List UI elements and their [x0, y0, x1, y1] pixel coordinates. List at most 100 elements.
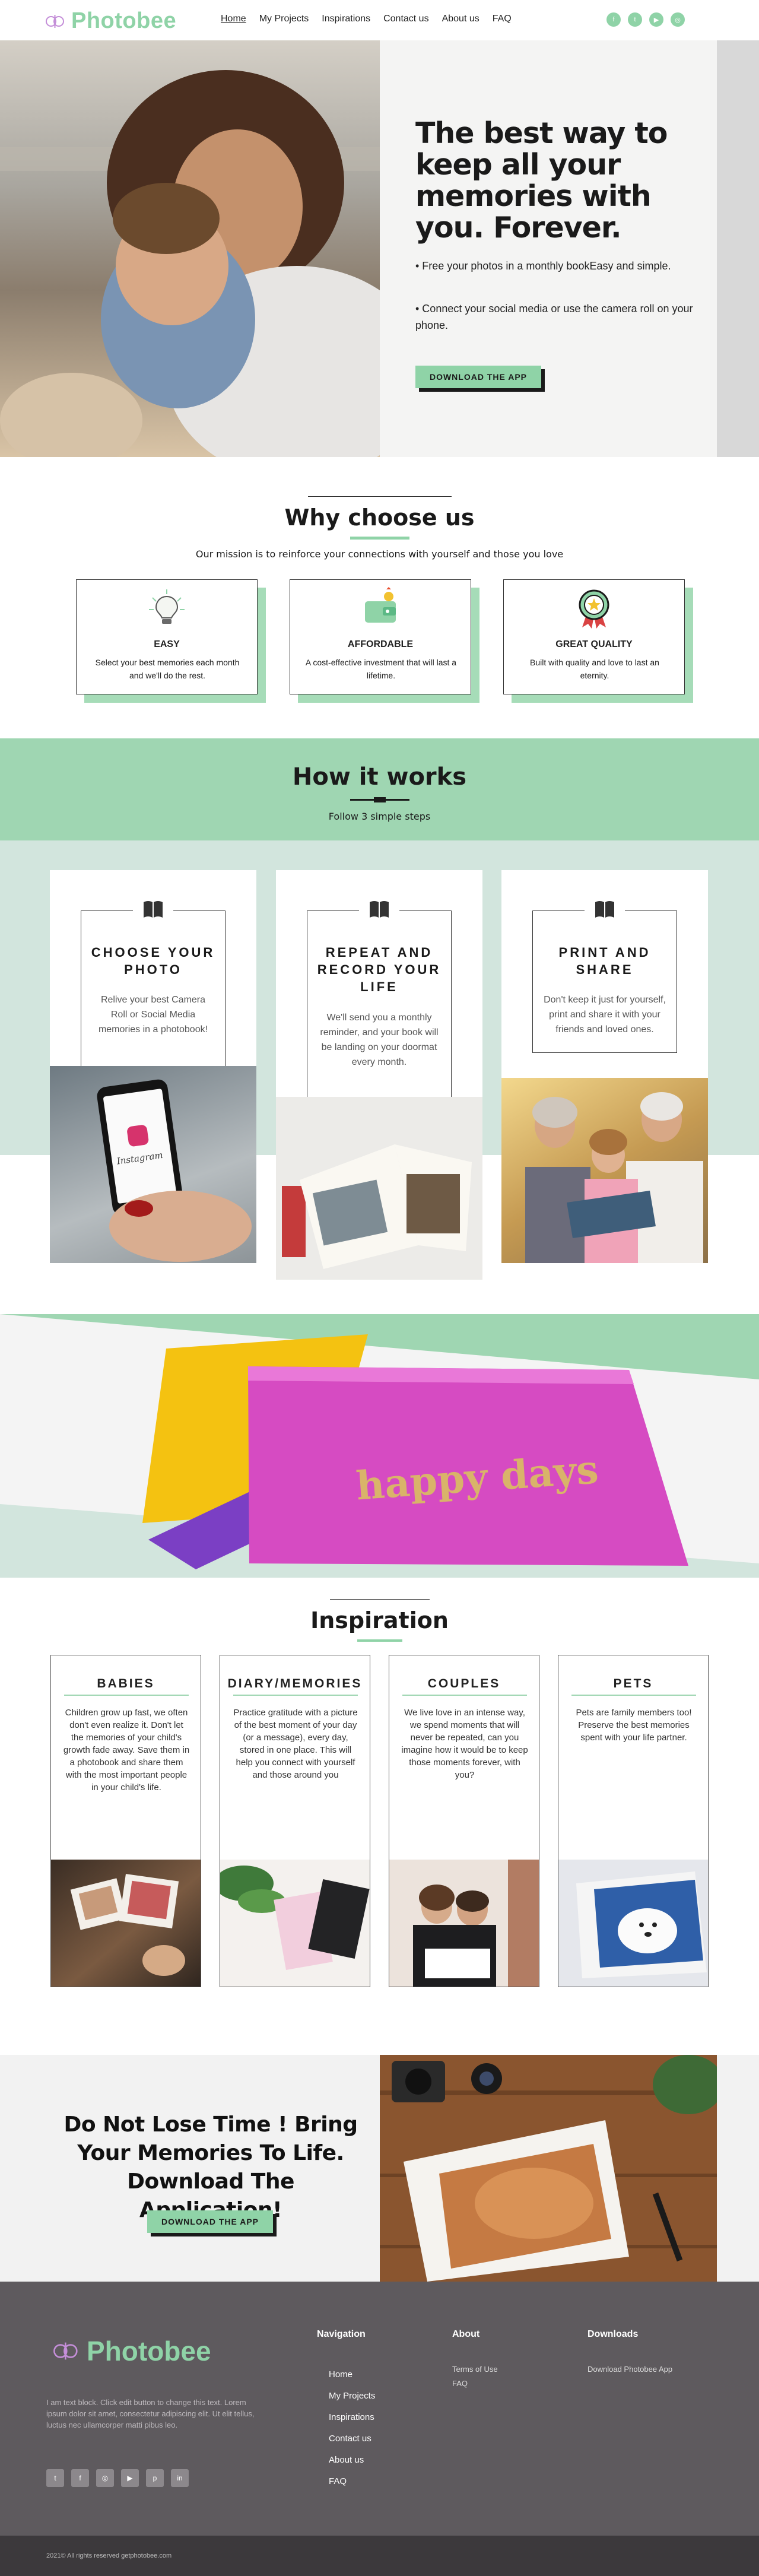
pinterest-icon[interactable]: p — [146, 2469, 164, 2487]
nav-about-us[interactable]: About us — [442, 14, 479, 24]
baby-photos-illustration — [70, 1874, 185, 1976]
footer-link-download-app[interactable]: Download Photobee App — [587, 2365, 672, 2374]
nav-home[interactable]: Home — [221, 14, 246, 24]
nav-my-projects[interactable]: My Projects — [259, 14, 309, 24]
copyright-text: 2021© All rights reserved getphotobee.co… — [46, 2552, 172, 2559]
award-badge-icon — [579, 589, 609, 629]
footer-link-about-us[interactable]: About us — [329, 2455, 364, 2465]
happy-days-photobook-illustration: happy days — [0, 1314, 759, 1578]
hero-title: The best way to keep all your memories w… — [415, 116, 668, 245]
footer-link-home[interactable]: Home — [329, 2369, 352, 2380]
feature-title: EASY — [154, 639, 180, 649]
nav-faq[interactable]: FAQ — [493, 14, 512, 24]
hero-bullet-2: • Connect your social media or use the c… — [415, 303, 693, 331]
step-text: Relive your best Camera Roll or Social M… — [98, 995, 208, 1035]
site-footer: Photobee I am text block. Click edit but… — [0, 2282, 759, 2536]
footer-link-my-projects[interactable]: My Projects — [329, 2391, 375, 2401]
facebook-icon[interactable]: f — [71, 2469, 89, 2487]
card-title: PETS — [613, 1677, 653, 1690]
how-subtitle: Follow 3 simple steps — [328, 811, 431, 822]
linkedin-icon[interactable]: in — [171, 2469, 189, 2487]
hero-download-button[interactable]: DOWNLOAD THE APP — [415, 366, 541, 388]
wallet-icon — [365, 587, 396, 623]
step-card-print-share: PRINT AND SHARE Don't keep it just for y… — [501, 870, 708, 1263]
card-photo-couples — [389, 1860, 539, 1987]
twitter-icon[interactable]: t — [628, 12, 642, 27]
step-photo-book — [276, 1097, 482, 1280]
nav-inspirations[interactable]: Inspirations — [322, 14, 370, 24]
header-social: f t ▶ ◎ — [606, 12, 685, 27]
inspiration-card-pets[interactable]: PETS Pets are family members too! Preser… — [558, 1655, 709, 1987]
step-photo-phone: Instagram — [50, 1066, 256, 1263]
main-nav: Home My Projects Inspirations Contact us… — [221, 14, 512, 24]
how-title-accent — [374, 797, 386, 802]
footer-link-terms[interactable]: Terms of Use — [452, 2365, 498, 2374]
footer-link-faq[interactable]: FAQ — [329, 2476, 347, 2486]
hero-content-panel — [380, 40, 717, 457]
photobook-illustration — [276, 1097, 482, 1280]
feature-card-affordable: AFFORDABLE A cost-effective investment t… — [290, 579, 471, 694]
card-photo-pets — [558, 1860, 708, 1987]
happy-days-banner: happy days — [0, 1314, 759, 1578]
why-title: Why choose us — [284, 505, 475, 531]
step-photo-grandparents — [501, 1078, 708, 1263]
open-book-icon — [144, 901, 163, 918]
step-title: CHOOSE YOUR PHOTO — [91, 945, 215, 977]
card-text: Pets are family members too! Preserve th… — [576, 1708, 692, 1743]
card-title-rule — [571, 1695, 696, 1696]
couples-illustration — [413, 1860, 539, 1987]
youtube-icon[interactable]: ▶ — [649, 12, 663, 27]
hero-bullet-1: • Free your photos in a monthly bookEasy… — [415, 260, 671, 272]
footer-about-heading: About — [452, 2329, 480, 2339]
youtube-icon[interactable]: ▶ — [121, 2469, 139, 2487]
nav-contact-us[interactable]: Contact us — [383, 14, 428, 24]
card-title: COUPLES — [427, 1677, 501, 1690]
feature-text: Built with quality and love to last an e… — [530, 658, 659, 680]
footer-downloads-heading: Downloads — [587, 2329, 639, 2339]
inspiration-card-babies[interactable]: BABIES Children grow up fast, we often d… — [50, 1655, 201, 1987]
feature-card-easy: EASY Select your best memories each mont… — [76, 579, 258, 694]
card-photo-diary — [220, 1860, 370, 1987]
feature-text: A cost-effective investment that will la… — [305, 658, 457, 680]
twitter-icon[interactable]: t — [46, 2469, 64, 2487]
inspiration-card-diary[interactable]: DIARY/MEMORIES Practice gratitude with a… — [220, 1655, 370, 1987]
card-title: DIARY/MEMORIES — [227, 1677, 363, 1690]
facebook-icon[interactable]: f — [606, 12, 621, 27]
card-title-rule — [402, 1695, 527, 1696]
why-mission: Our mission is to reinforce your connect… — [195, 548, 564, 560]
footer-logo[interactable]: Photobee — [52, 2335, 211, 2367]
feature-title: GREAT QUALITY — [555, 639, 633, 649]
inspiration-card-couples[interactable]: COUPLES We live love in an intense way, … — [389, 1655, 539, 1987]
footer-link-contact-us[interactable]: Contact us — [329, 2434, 371, 2444]
footer-link-inspirations[interactable]: Inspirations — [329, 2412, 374, 2422]
footer-blurb: I am text block. Click edit button to ch… — [46, 2398, 255, 2429]
footer-link-about-faq[interactable]: FAQ — [452, 2379, 468, 2388]
footer-social: t f ◎ ▶ p in — [46, 2469, 189, 2487]
how-title: How it works — [292, 763, 467, 791]
card-title: BABIES — [97, 1677, 155, 1690]
open-book-icon — [370, 901, 389, 918]
phone-in-hand-illustration: Instagram — [97, 1079, 252, 1262]
why-top-rule — [308, 496, 452, 497]
card-text: We live love in an intense way, we spend… — [401, 1708, 528, 1780]
camera-photobook-illustration — [380, 2055, 717, 2282]
instagram-icon[interactable]: ◎ — [96, 2469, 114, 2487]
page: Photobee Home My Projects Inspirations C… — [0, 0, 759, 2576]
logo[interactable]: Photobee — [45, 8, 176, 34]
download-app-button[interactable]: DOWNLOAD THE APP — [147, 2210, 273, 2233]
step-title: REPEAT AND RECORD YOUR LIFE — [317, 945, 442, 994]
card-text: Practice gratitude with a picture of the… — [233, 1708, 358, 1780]
bee-logo-icon — [46, 14, 64, 28]
instagram-icon[interactable]: ◎ — [671, 12, 685, 27]
step-card-repeat: REPEAT AND RECORD YOUR LIFE We'll send y… — [276, 870, 482, 1280]
feature-text: Select your best memories each month and… — [95, 658, 240, 680]
step-text: We'll send you a monthly reminder, and y… — [320, 1013, 439, 1067]
download-cta-section: Do Not Lose Time ! Bring Your Memories T… — [0, 2055, 759, 2282]
card-title-rule — [64, 1695, 189, 1696]
inspiration-title: Inspiration — [310, 1607, 449, 1633]
open-book-icon — [595, 901, 614, 918]
footer-copyright-bar: 2021© All rights reserved getphotobee.co… — [0, 2536, 759, 2576]
pet-photobook-illustration — [576, 1871, 707, 1978]
download-photo-photobook-camera — [380, 2055, 717, 2282]
step-card-choose-photo: CHOOSE YOUR PHOTO Relive your best Camer… — [50, 870, 256, 1263]
